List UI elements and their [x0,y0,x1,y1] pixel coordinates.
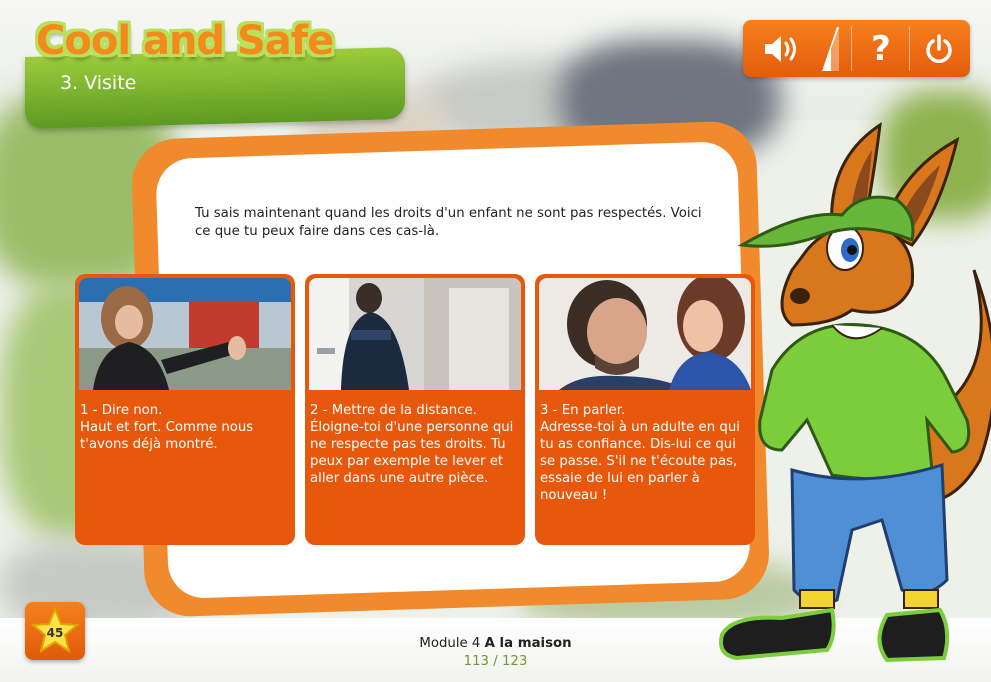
kangaroo-mascot [719,121,991,663]
card-body: Haut et fort. Comme nous t'avons déjà mo… [80,420,254,452]
intro-text: Tu sais maintenant quand les droits d'un… [195,206,702,239]
card-photo-child-leaving-room [309,278,521,390]
module-prefix: Module 4 [419,636,481,651]
card-photo-girl-saying-no [79,278,291,390]
toolbar: ? [743,20,970,77]
speaker-icon [765,35,796,62]
card-title: 1 - Dire non. [80,403,163,418]
action-card-distance: 2 - Mettre de la distance. Éloigne-toi d… [305,274,525,545]
sound-button[interactable] [759,20,809,77]
help-icon: ? [871,28,891,69]
volume-slider[interactable] [815,20,845,77]
module-info: Module 4 A la maison [0,636,991,651]
score-star-button[interactable]: 45 [25,602,85,660]
app-title: Cool and Safe [36,18,334,64]
help-button[interactable]: ? [855,20,907,77]
card-title: 2 - Mettre de la distance. [310,403,477,418]
action-card-say-no: 1 - Dire non. Haut et fort. Comme nous t… [75,274,295,545]
module-name: A la maison [484,636,572,651]
section-label: 3. Visite [60,72,137,94]
page-counter: 113 / 123 [463,654,528,669]
volume-level-icon [822,26,839,71]
card-body: Éloigne-toi d'une personne qui ne respec… [310,420,514,486]
exit-button[interactable] [911,20,967,77]
power-icon [926,33,952,63]
